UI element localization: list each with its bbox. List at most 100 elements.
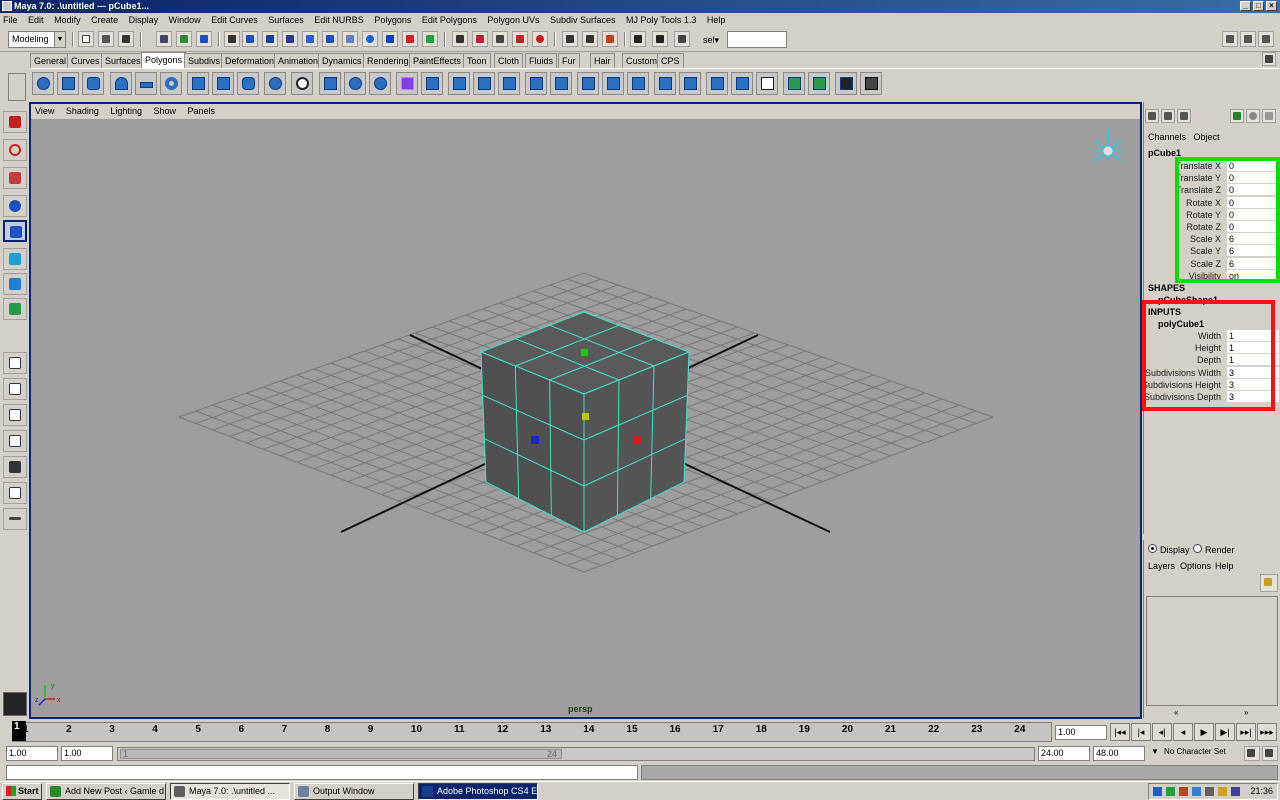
menu-surfaces[interactable]: Surfaces bbox=[268, 15, 304, 25]
single-view-layout-icon[interactable] bbox=[3, 352, 27, 374]
tab-cps[interactable]: CPS bbox=[657, 53, 684, 68]
export-button[interactable] bbox=[582, 31, 598, 47]
taskbar-button[interactable]: Maya 7.0: .\untitled ... bbox=[170, 783, 290, 800]
separate-icon[interactable] bbox=[369, 72, 391, 95]
taskbar-button[interactable]: Output Window bbox=[294, 783, 414, 800]
layout-menu-button[interactable] bbox=[3, 508, 27, 530]
mask-menu-button[interactable] bbox=[224, 31, 240, 47]
merge-vertices-icon[interactable] bbox=[577, 72, 599, 95]
tab-rendering[interactable]: Rendering bbox=[363, 53, 413, 68]
wedge-faces-icon[interactable] bbox=[525, 72, 547, 95]
help-menu[interactable]: Help bbox=[1215, 561, 1234, 571]
x-manipulator-handle[interactable] bbox=[633, 436, 641, 444]
channels-menu[interactable]: Channels bbox=[1148, 132, 1186, 142]
channel-row[interactable]: Rotate X 0 bbox=[1144, 196, 1279, 209]
tab-fur[interactable]: Fur bbox=[558, 53, 580, 68]
make-live-button[interactable] bbox=[322, 31, 338, 47]
channel-value-field[interactable]: 0 bbox=[1227, 208, 1279, 220]
play-backwards-button[interactable]: ◂ bbox=[1173, 723, 1193, 741]
selection-mode-label[interactable]: sel▾ bbox=[703, 35, 719, 46]
range-slider-handle[interactable]: 1 24 bbox=[120, 749, 562, 759]
channel-row[interactable]: Rotate Y 0 bbox=[1144, 208, 1279, 221]
channel-value-field[interactable]: 0 bbox=[1227, 221, 1279, 232]
current-frame-marker[interactable]: 1 bbox=[12, 721, 26, 741]
split-polygon-icon[interactable] bbox=[473, 72, 495, 95]
menu-display[interactable]: Display bbox=[129, 15, 159, 25]
persp-viewport[interactable]: y x z persp bbox=[31, 119, 1140, 717]
menu-create[interactable]: Create bbox=[91, 15, 118, 25]
combine-icon[interactable] bbox=[344, 72, 366, 95]
construction-history-button[interactable] bbox=[452, 31, 468, 47]
input-row[interactable]: Subdivisions Height 3 bbox=[1142, 378, 1279, 391]
y-manipulator-handle[interactable] bbox=[581, 349, 588, 356]
extrude-edge-icon[interactable] bbox=[448, 72, 470, 95]
triangulate-icon[interactable] bbox=[654, 72, 676, 95]
command-input[interactable] bbox=[6, 765, 638, 780]
open-scene-button[interactable] bbox=[98, 31, 114, 47]
scale-tool-icon[interactable] bbox=[3, 248, 27, 270]
key-icon[interactable] bbox=[1244, 746, 1260, 761]
bevel-icon[interactable] bbox=[550, 72, 572, 95]
tab-deformation[interactable]: Deformation bbox=[221, 53, 279, 68]
planar-mapping-icon[interactable] bbox=[706, 72, 728, 95]
append-polygon-icon[interactable] bbox=[319, 72, 341, 95]
channel-value-field[interactable]: 0 bbox=[1227, 184, 1279, 196]
last-tool-icon[interactable] bbox=[3, 298, 27, 320]
new-layer-icon[interactable] bbox=[1260, 574, 1278, 592]
character-set-menu[interactable]: No Character Set bbox=[1164, 747, 1226, 756]
tab-general[interactable]: General bbox=[30, 53, 71, 68]
sphere-icon[interactable] bbox=[1246, 109, 1260, 123]
go-to-end-button[interactable]: ▸▸▸ bbox=[1257, 723, 1277, 741]
input-value-field[interactable]: 1 bbox=[1227, 354, 1279, 366]
smooth-icon[interactable] bbox=[396, 72, 418, 95]
channel-row[interactable]: Translate Z 0 bbox=[1144, 184, 1279, 196]
layer-editor-toggle-icon[interactable] bbox=[1161, 109, 1175, 123]
poly-prism-icon[interactable] bbox=[187, 72, 209, 95]
render-view-button[interactable] bbox=[652, 31, 668, 47]
tab-dynamics[interactable]: Dynamics bbox=[318, 53, 366, 68]
channel-value-field[interactable]: 0 bbox=[1227, 172, 1279, 184]
poly-pyramid-icon[interactable] bbox=[212, 72, 234, 95]
four-view-layout-icon[interactable] bbox=[3, 378, 27, 400]
object-menu[interactable]: Object bbox=[1194, 132, 1220, 142]
menu-edit[interactable]: Edit bbox=[28, 15, 44, 25]
input-output-button[interactable] bbox=[472, 31, 488, 47]
lasso-tool-icon[interactable] bbox=[3, 139, 27, 161]
animation-end-field[interactable]: 48.00 bbox=[1093, 746, 1145, 761]
menu-edit-nurbs[interactable]: Edit NURBS bbox=[314, 15, 364, 25]
layers-menu[interactable]: Layers bbox=[1148, 561, 1175, 571]
paint-select-icon[interactable] bbox=[3, 167, 27, 189]
layer-icon[interactable] bbox=[1230, 109, 1244, 123]
menu-subdiv-surfaces[interactable]: Subdiv Surfaces bbox=[550, 15, 616, 25]
move-tool-icon[interactable] bbox=[3, 195, 27, 217]
playback-end-field[interactable]: 24.00 bbox=[1038, 746, 1090, 761]
tab-hair[interactable]: Hair bbox=[590, 53, 615, 68]
render-button[interactable] bbox=[362, 31, 378, 47]
time-ruler[interactable]: 123456789101112131415161718192021222324 bbox=[12, 722, 1052, 742]
animation-preferences-icon[interactable] bbox=[1262, 746, 1278, 761]
graph-editor-layout-icon[interactable] bbox=[3, 482, 27, 504]
input-node-name[interactable]: polyCube1 bbox=[1158, 319, 1204, 329]
display-radio[interactable] bbox=[1148, 544, 1157, 553]
taskbar-button[interactable]: Add New Post ‹ Gamle d... bbox=[46, 783, 166, 800]
hypershade-layout-icon[interactable] bbox=[3, 456, 27, 478]
center-manipulator-handle[interactable] bbox=[582, 413, 589, 420]
tray-app-icon[interactable] bbox=[1179, 787, 1188, 796]
current-time-field[interactable]: 1.00 bbox=[1055, 725, 1107, 740]
poly-helix-icon[interactable] bbox=[264, 72, 286, 95]
input-value-field[interactable]: 3 bbox=[1227, 366, 1279, 378]
spherical-mapping-icon[interactable] bbox=[756, 72, 778, 95]
checker-map-icon[interactable] bbox=[835, 72, 857, 95]
clapper-icon[interactable] bbox=[630, 31, 646, 47]
tab-fluids[interactable]: Fluids bbox=[525, 53, 558, 68]
step-forward-key-button[interactable]: ▸▸| bbox=[1236, 723, 1256, 741]
channel-row[interactable]: Translate X 0 bbox=[1144, 160, 1279, 172]
layout-uvs-icon[interactable] bbox=[808, 72, 830, 95]
object-name[interactable]: pCube1 bbox=[1148, 148, 1181, 158]
persp-graph-layout-icon[interactable] bbox=[3, 430, 27, 452]
input-row[interactable]: Subdivisions Width 3 bbox=[1144, 366, 1279, 379]
menu-polygon-uvs[interactable]: Polygon UVs bbox=[487, 15, 539, 25]
input-row[interactable]: Subdivisions Depth 3 bbox=[1144, 391, 1279, 403]
input-row[interactable]: Height 1 bbox=[1144, 342, 1279, 354]
panel-menu-panels[interactable]: Panels bbox=[188, 106, 216, 116]
